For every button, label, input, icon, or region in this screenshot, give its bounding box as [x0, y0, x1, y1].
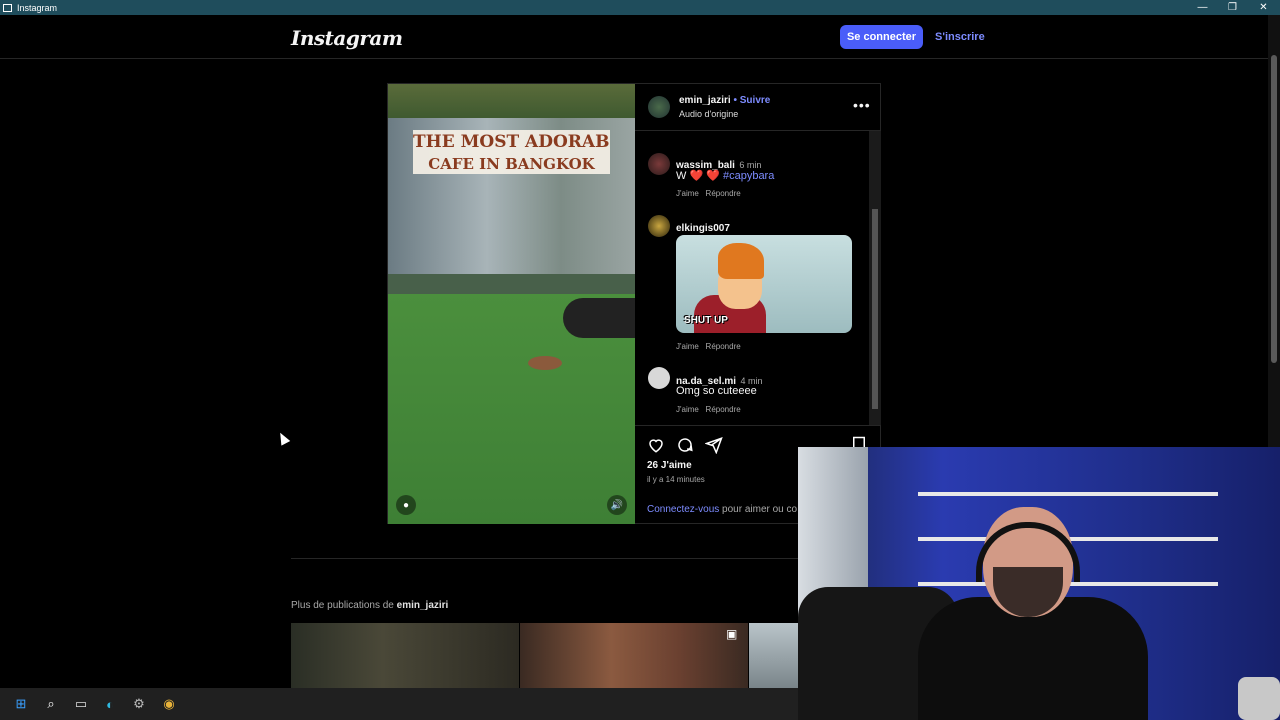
comments-scrollbar[interactable]: [869, 131, 881, 425]
comment-text: W ❤️ ❤️ #capybara: [676, 169, 774, 182]
reply-link[interactable]: Répondre: [706, 405, 741, 414]
more-posts-prefix: Plus de publications de: [291, 600, 394, 611]
comment-actions: J'aime Répondre: [676, 405, 741, 414]
likes-count[interactable]: 26 J'aime: [647, 460, 692, 471]
signup-link[interactable]: S'inscrire: [935, 31, 985, 43]
post-timestamp: il y a 14 minutes: [647, 475, 705, 484]
instagram-header: Instagram Se connecter S'inscrire: [0, 15, 1268, 59]
video-caption-line1: THE MOST ADORABLE: [413, 130, 610, 154]
video-scene-person: [563, 298, 635, 338]
video-caption-line2: CAFE IN BANGKOK: [413, 154, 610, 174]
login-prompt-text: pour aimer ou co: [722, 504, 798, 515]
divider: [635, 425, 881, 426]
comments-scrollbar-thumb[interactable]: [872, 209, 878, 409]
meme-caption: SHUT UP: [684, 315, 728, 326]
comment-text: Omg so cuteeee: [676, 385, 757, 397]
heart-emoji: ❤️ ❤️: [689, 170, 720, 182]
window-icon: [3, 3, 12, 12]
meme-hair: [718, 243, 764, 279]
post-thumbnail[interactable]: [291, 623, 519, 688]
login-prompt-link[interactable]: Connectez-vous: [647, 504, 719, 515]
windows-start-icon[interactable]: ⊞: [11, 694, 31, 714]
comment-avatar[interactable]: [648, 367, 670, 389]
reply-link[interactable]: Répondre: [706, 342, 741, 351]
share-icon[interactable]: [705, 436, 723, 454]
like-heart-icon[interactable]: [647, 436, 665, 454]
like-comment-link[interactable]: J'aime: [676, 405, 699, 414]
comment-avatar[interactable]: [648, 215, 670, 237]
comment-username[interactable]: elkingis007: [676, 223, 730, 234]
comment-actions: J'aime Répondre: [676, 189, 741, 198]
author-username[interactable]: emin_jaziri: [679, 95, 731, 106]
window-title: Instagram: [17, 2, 58, 13]
instagram-logo[interactable]: Instagram: [291, 26, 403, 50]
comment-actions: J'aime Répondre: [676, 342, 741, 351]
login-prompt: Connectez-vous pour aimer ou co: [647, 504, 797, 515]
search-icon[interactable]: ⌕: [41, 694, 61, 714]
comment-text-prefix: W: [676, 170, 687, 182]
hashtag-link[interactable]: #capybara: [723, 170, 774, 182]
more-posts-heading: Plus de publications de emin_jaziri: [291, 600, 448, 611]
comment-icon[interactable]: [676, 436, 694, 454]
more-options-icon[interactable]: •••: [853, 97, 871, 113]
volume-icon[interactable]: 🔊: [607, 495, 627, 515]
webcam-overlay: [798, 447, 1280, 720]
like-comment-link[interactable]: J'aime: [676, 189, 699, 198]
close-button[interactable]: ✕: [1248, 0, 1279, 15]
post-thumbnail[interactable]: [520, 623, 748, 688]
webcam-cup: [1238, 677, 1280, 720]
settings-icon[interactable]: ⚙: [129, 694, 149, 714]
divider: [291, 558, 798, 559]
author-avatar[interactable]: [648, 96, 670, 118]
window-titlebar: Instagram — ❐ ✕: [0, 0, 1280, 15]
mouse-cursor-icon: [275, 430, 291, 446]
meme-image[interactable]: SHUT UP: [676, 235, 852, 333]
login-button[interactable]: Se connecter: [840, 25, 923, 49]
file-explorer-icon[interactable]: ▭: [71, 694, 91, 714]
follow-link[interactable]: • Suivre: [733, 95, 770, 106]
audio-link[interactable]: Audio d'origine: [679, 109, 738, 119]
video-scene-roof: [388, 84, 635, 118]
minimize-button[interactable]: —: [1187, 0, 1218, 15]
tagged-user-icon[interactable]: ●: [396, 495, 416, 515]
more-posts-username[interactable]: emin_jaziri: [397, 600, 449, 611]
edge-icon[interactable]: ◐: [100, 694, 120, 714]
comment-avatar[interactable]: [648, 153, 670, 175]
author-line: emin_jaziri • Suivre: [679, 95, 770, 106]
webcam-shelf: [918, 492, 1218, 496]
reply-link[interactable]: Répondre: [706, 189, 741, 198]
taskbar: ⊞ ⌕ ▭ ◐ ⚙ ◉: [0, 688, 798, 720]
video-scene-capybara: [528, 356, 562, 370]
page-scrollbar-thumb[interactable]: [1271, 55, 1277, 363]
chrome-icon[interactable]: ◉: [159, 694, 179, 714]
comments-list: wassim_bali 6 min W ❤️ ❤️ #capybara J'ai…: [635, 131, 869, 425]
restore-button[interactable]: ❐: [1217, 0, 1248, 15]
post-thumbnail[interactable]: [749, 623, 798, 688]
post-video[interactable]: THE MOST ADORABLE CAFE IN BANGKOK ● 🔊: [388, 84, 635, 524]
like-comment-link[interactable]: J'aime: [676, 342, 699, 351]
comment-header: elkingis007: [676, 218, 730, 236]
reel-icon: ▣: [726, 627, 738, 641]
